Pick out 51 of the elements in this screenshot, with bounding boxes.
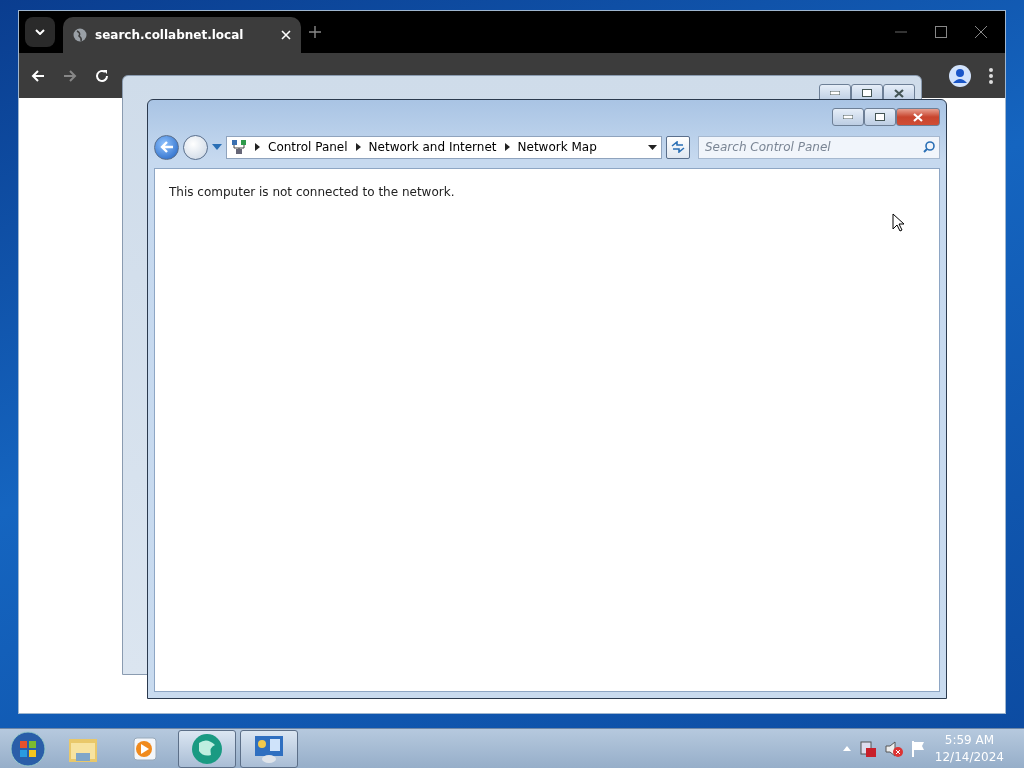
- breadcrumb-item[interactable]: Network Map: [517, 140, 597, 154]
- media-player-icon: [132, 735, 158, 762]
- breadcrumb-arrow-icon[interactable]: [504, 143, 510, 151]
- tab-title: search.collabnet.local: [95, 28, 245, 42]
- back-arrow-icon[interactable]: [31, 68, 45, 83]
- back-button[interactable]: [154, 134, 179, 160]
- breadcrumb-arrow-icon[interactable]: [355, 143, 361, 151]
- refresh-arrows-icon: [671, 141, 685, 153]
- search-field[interactable]: Search Control Panel: [698, 135, 940, 159]
- close-icon: [894, 88, 904, 98]
- reload-icon[interactable]: [95, 68, 109, 83]
- maximize-icon[interactable]: [935, 26, 947, 38]
- back-arrow-icon: [159, 141, 174, 153]
- dropdown-caret-icon[interactable]: [648, 144, 657, 150]
- close-icon: [913, 112, 923, 122]
- globe-icon: [191, 732, 223, 765]
- forward-arrow-icon[interactable]: [63, 68, 77, 83]
- clock-date: 12/14/2024: [934, 748, 1004, 766]
- taskbar-app-button[interactable]: [240, 729, 298, 768]
- breadcrumb-arrow-icon[interactable]: [255, 143, 260, 151]
- chevron-down-icon: [35, 29, 45, 35]
- windows-orb-icon: [10, 730, 46, 767]
- clock-time: 5:59 AM: [944, 731, 995, 749]
- minimize-icon: [830, 91, 840, 95]
- maximize-icon: [875, 113, 885, 121]
- search-input[interactable]: Search Control Panel: [703, 139, 923, 155]
- breadcrumb-item[interactable]: Network and Internet: [368, 140, 497, 154]
- speaker-muted-icon[interactable]: [884, 739, 903, 758]
- network-icon: [231, 139, 247, 155]
- minimize-icon: [843, 115, 853, 119]
- network-error-icon[interactable]: [858, 739, 877, 758]
- profile-avatar-icon[interactable]: [949, 64, 971, 87]
- forward-button[interactable]: [183, 134, 208, 160]
- mouse-cursor-icon: [892, 213, 904, 232]
- search-icon: [923, 141, 935, 153]
- new-tab-icon[interactable]: [309, 26, 321, 38]
- maximize-button[interactable]: [864, 108, 896, 126]
- close-button[interactable]: [896, 108, 940, 126]
- taskbar-app-button[interactable]: [178, 729, 236, 768]
- tab-search-button[interactable]: [25, 17, 55, 47]
- maximize-icon: [862, 89, 872, 97]
- history-dropdown-icon[interactable]: [212, 144, 222, 150]
- menu-icon[interactable]: [989, 67, 993, 84]
- browser-tab[interactable]: search.collabnet.local: [63, 17, 301, 53]
- close-icon[interactable]: [975, 26, 987, 38]
- address-bar[interactable]: Control Panel Network and Internet Network Map: [226, 135, 662, 159]
- status-message: This computer is not connected to the network.: [169, 185, 455, 199]
- refresh-button[interactable]: [666, 135, 690, 159]
- breadcrumb-item[interactable]: Control Panel: [268, 140, 348, 154]
- control-panel-icon: [253, 733, 285, 764]
- globe-icon: [73, 28, 87, 42]
